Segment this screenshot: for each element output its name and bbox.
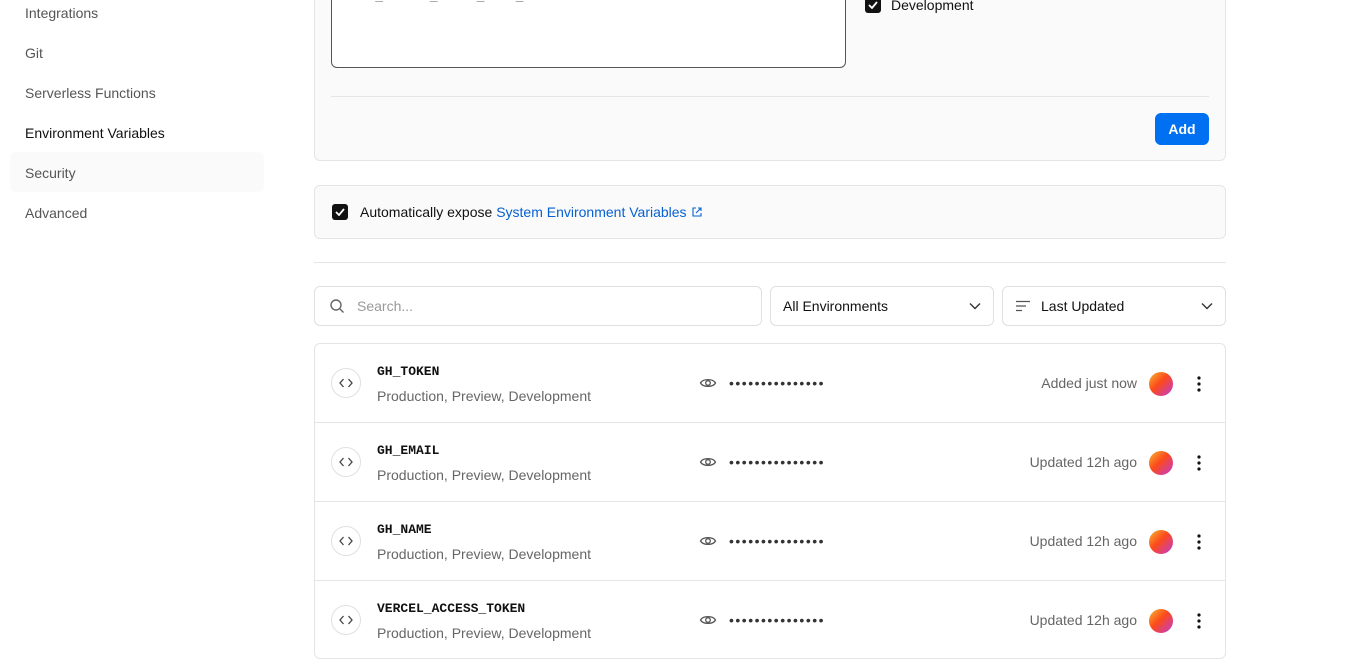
sidebar: Integrations Git Serverless Functions En… bbox=[0, 0, 264, 664]
sidebar-item-environment-variables[interactable]: Environment Variables bbox=[25, 124, 165, 142]
code-icon bbox=[331, 368, 361, 398]
development-checkbox-row[interactable]: Development bbox=[865, 0, 974, 13]
variable-environments: Production, Preview, Development bbox=[377, 546, 591, 562]
environment-select-value: All Environments bbox=[783, 298, 889, 314]
sidebar-item-advanced[interactable]: Advanced bbox=[25, 204, 87, 222]
variable-masked-value: ••••••••••••••• bbox=[729, 375, 826, 391]
sort-select[interactable]: Last Updated bbox=[1002, 286, 1226, 326]
avatar bbox=[1149, 372, 1173, 396]
development-checkbox[interactable] bbox=[865, 0, 881, 13]
variable-name: GH_NAME bbox=[377, 522, 432, 537]
development-checkbox-label: Development bbox=[891, 0, 974, 13]
variable-status: Updated 12h ago bbox=[1029, 533, 1137, 549]
value-textarea[interactable] bbox=[331, 0, 846, 68]
code-icon bbox=[331, 447, 361, 477]
avatar bbox=[1149, 451, 1173, 475]
variable-masked-value: ••••••••••••••• bbox=[729, 612, 826, 628]
variable-row[interactable]: GH_EMAIL Production, Preview, Developmen… bbox=[315, 423, 1225, 502]
eye-icon[interactable] bbox=[699, 611, 717, 629]
variables-list: GH_TOKEN Production, Preview, Developmen… bbox=[314, 343, 1226, 659]
auto-expose-checkbox[interactable] bbox=[332, 204, 348, 220]
eye-icon[interactable] bbox=[699, 453, 717, 471]
code-icon bbox=[331, 526, 361, 556]
eye-icon[interactable] bbox=[699, 374, 717, 392]
avatar bbox=[1149, 609, 1173, 633]
variable-name: GH_EMAIL bbox=[377, 443, 440, 458]
variable-environments: Production, Preview, Development bbox=[377, 625, 591, 641]
auto-expose-label: Automatically expose bbox=[360, 204, 493, 220]
form-divider bbox=[331, 96, 1209, 97]
variable-environments: Production, Preview, Development bbox=[377, 388, 591, 404]
sidebar-item-serverless-functions[interactable]: Serverless Functions bbox=[25, 84, 156, 102]
add-button[interactable]: Add bbox=[1155, 113, 1209, 145]
auto-expose-text: Automatically expose System Environment … bbox=[360, 204, 703, 220]
sidebar-item-security[interactable]: Security bbox=[25, 164, 76, 182]
sort-select-value: Last Updated bbox=[1041, 298, 1125, 314]
search-input[interactable] bbox=[357, 298, 737, 314]
chevron-down-icon bbox=[969, 302, 981, 310]
sidebar-item-integrations[interactable]: Integrations bbox=[25, 4, 98, 22]
code-icon bbox=[331, 605, 361, 635]
variable-status: Updated 12h ago bbox=[1029, 612, 1137, 628]
auto-expose-card: Automatically expose System Environment … bbox=[314, 185, 1226, 239]
more-vertical-icon[interactable] bbox=[1191, 453, 1207, 473]
avatar bbox=[1149, 530, 1173, 554]
variable-row[interactable]: GH_TOKEN Production, Preview, Developmen… bbox=[315, 344, 1225, 423]
variable-name: GH_TOKEN bbox=[377, 364, 440, 379]
sort-lines-icon bbox=[1015, 300, 1031, 312]
section-divider bbox=[314, 262, 1226, 263]
variable-name: VERCEL_ACCESS_TOKEN bbox=[377, 601, 526, 616]
system-env-vars-link[interactable]: System Environment Variables bbox=[496, 204, 702, 220]
external-link-icon bbox=[692, 207, 702, 217]
search-field[interactable] bbox=[314, 286, 762, 326]
search-icon bbox=[330, 299, 344, 313]
variable-status: Updated 12h ago bbox=[1029, 454, 1137, 470]
add-variable-form: Development Add bbox=[314, 0, 1226, 161]
environment-select[interactable]: All Environments bbox=[770, 286, 994, 326]
more-vertical-icon[interactable] bbox=[1191, 611, 1207, 631]
variable-environments: Production, Preview, Development bbox=[377, 467, 591, 483]
eye-icon[interactable] bbox=[699, 532, 717, 550]
variable-masked-value: ••••••••••••••• bbox=[729, 533, 826, 549]
variable-row[interactable]: GH_NAME Production, Preview, Development… bbox=[315, 502, 1225, 581]
checkmark-icon bbox=[335, 208, 345, 216]
more-vertical-icon[interactable] bbox=[1191, 374, 1207, 394]
variable-row[interactable]: VERCEL_ACCESS_TOKEN Production, Preview,… bbox=[315, 581, 1225, 658]
variable-masked-value: ••••••••••••••• bbox=[729, 454, 826, 470]
checkmark-icon bbox=[868, 1, 878, 9]
chevron-down-icon bbox=[1201, 302, 1213, 310]
variable-status: Added just now bbox=[1041, 375, 1137, 391]
system-env-vars-link-text[interactable]: System Environment Variables bbox=[496, 204, 686, 220]
sidebar-item-git[interactable]: Git bbox=[25, 44, 43, 62]
more-vertical-icon[interactable] bbox=[1191, 532, 1207, 552]
